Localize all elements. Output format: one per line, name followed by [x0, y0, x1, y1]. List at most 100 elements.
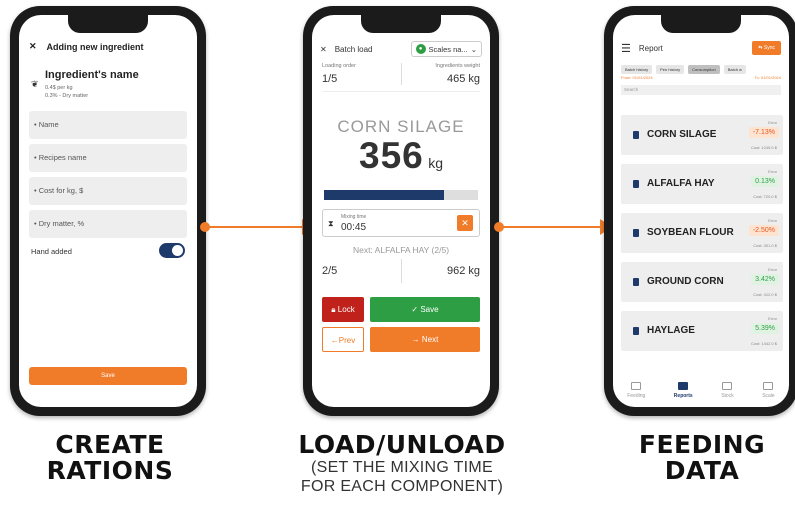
error-percent: 3.42%: [751, 274, 779, 285]
next-info: 2/5 962 kg: [322, 259, 480, 283]
mixing-time-label: Mixing time: [341, 214, 367, 220]
loading-order-value: 1/5: [322, 73, 338, 85]
ingredients-weight-value: 465 kg: [446, 73, 480, 85]
screen: ☰ Report ⇆ Sync Batch history Pen histor…: [613, 15, 789, 407]
tab-batch-w[interactable]: Batch w: [723, 65, 746, 74]
hand-added-toggle[interactable]: [159, 243, 185, 258]
nav-scale[interactable]: Scale: [762, 382, 775, 399]
chart-icon: [678, 382, 689, 390]
current-ingredient: CORN SILAGE: [337, 117, 465, 136]
ingredient-icon: [633, 278, 639, 286]
scale-status-icon: ●: [415, 44, 426, 54]
caption-line: LOAD/UNLOAD: [298, 430, 506, 459]
cost-label: Cost: 1442.0 $: [750, 341, 777, 346]
nav-reports[interactable]: Reports: [674, 382, 693, 399]
phone-create-rations: ✕ Adding new ingredient ❦ Ingredient's n…: [10, 6, 206, 416]
header-title: Adding new ingredient: [46, 41, 144, 52]
nav-feeding[interactable]: Feeding: [627, 382, 645, 399]
weight-value: 356: [359, 135, 424, 176]
scale-icon: [763, 382, 774, 390]
sync-button[interactable]: ⇆ Sync: [752, 41, 781, 55]
loading-info: Loading order 1/5 Ingredients weight 465…: [322, 63, 480, 92]
lock-label: Lock: [337, 305, 355, 314]
mixing-time-field[interactable]: ⧗ Mixing time 00:45 ✕: [322, 209, 480, 237]
ingredient-name: CORN SILAGE: [647, 129, 717, 140]
error-label: Error: [768, 267, 777, 272]
from-date[interactable]: From: 01/01/2024: [621, 75, 653, 80]
ingredient-card[interactable]: CORN SILAGE Error -7.13% Cost: 1245.0 $: [621, 115, 783, 155]
leaf-icon: ❦: [31, 79, 39, 89]
name-field[interactable]: • Name: [29, 111, 187, 139]
save-label: Save: [420, 305, 439, 314]
arrow-1: [200, 219, 314, 235]
dry-matter-line: 0.3% - Dry matter: [45, 93, 89, 99]
to-date[interactable]: To: 01/01/2024: [755, 75, 781, 80]
check-circle-icon: ✓: [411, 305, 419, 314]
ingredient-card[interactable]: GROUND CORN Error 3.42% Cost: 412.0 $: [621, 262, 783, 302]
error-label: Error: [768, 120, 777, 125]
ingredient-name: HAYLAGE: [647, 325, 695, 336]
arrow-left-icon: ←: [330, 336, 339, 345]
load-progress-bar: [324, 190, 478, 200]
error-percent: -2.50%: [748, 225, 779, 236]
ingredient-name: GROUND CORN: [647, 276, 724, 287]
weight-unit: kg: [428, 155, 443, 171]
caption-line: RATIONS: [46, 456, 174, 485]
lock-icon: 🔒︎: [331, 305, 336, 314]
lock-button[interactable]: 🔒︎ Lock: [322, 297, 364, 322]
clear-mixing-time-button[interactable]: ✕: [457, 215, 473, 231]
search-input[interactable]: Search: [621, 85, 781, 95]
ingredient-icon: [633, 180, 639, 188]
stock-icon: [722, 382, 733, 390]
cost-label: Cost: 412.0 $: [753, 292, 777, 297]
caption-line: FEEDING: [638, 430, 766, 459]
error-label: Error: [768, 169, 777, 174]
tab-consumption[interactable]: Consumption: [688, 65, 720, 74]
cost-field[interactable]: • Cost for kg, $: [29, 177, 187, 205]
caption-sub: (SET THE MIXING TIME: [310, 459, 494, 476]
scales-label: Scales na...: [428, 44, 468, 54]
next-weight: 962 kg: [400, 259, 480, 283]
ingredient-card[interactable]: SOYBEAN FLOUR Error -2.50% Cost: 301.0 $: [621, 213, 783, 253]
cost-label: Cost: 720.0 $: [753, 194, 777, 199]
error-percent: -7.13%: [748, 127, 779, 138]
close-icon[interactable]: ✕: [29, 41, 37, 52]
sync-icon: ⇆: [758, 45, 763, 51]
screen: ✕ Batch load ● Scales na... ⌄ Loading or…: [312, 15, 490, 407]
nav-label: Reports: [673, 393, 693, 399]
prev-button[interactable]: ←Prev: [322, 327, 364, 352]
scales-select[interactable]: ● Scales na... ⌄: [410, 41, 482, 57]
progress-fill: [324, 190, 445, 200]
notch: [661, 15, 741, 33]
menu-icon[interactable]: ☰: [621, 42, 631, 55]
notch: [361, 15, 441, 33]
ingredient-card[interactable]: ALFALFA HAY Error 0.13% Cost: 720.0 $: [621, 164, 783, 204]
header: ☰ Report ⇆ Sync: [621, 41, 781, 55]
bottom-nav: Feeding Reports Stock Scale: [613, 382, 789, 399]
tab-pen-history[interactable]: Pen history: [656, 65, 685, 74]
ingredients-weight-label: Ingredients weight: [435, 63, 480, 69]
error-percent: 5.39%: [751, 323, 779, 334]
error-label: Error: [768, 218, 777, 223]
next-button[interactable]: → Next: [370, 327, 480, 352]
ingredient-icon: [633, 131, 639, 139]
next-order: 2/5: [322, 265, 338, 277]
tab-batch-history[interactable]: Batch history: [621, 65, 653, 74]
close-icon[interactable]: ✕: [320, 45, 327, 54]
mixing-time-value: 00:45: [341, 222, 367, 233]
header: ✕ Batch load ● Scales na... ⌄: [320, 41, 482, 57]
save-button[interactable]: ✓ Save: [370, 297, 480, 322]
current-weight: 356 kg: [312, 135, 490, 177]
nav-stock[interactable]: Stock: [721, 382, 734, 399]
arrow-right-icon: →: [411, 335, 420, 344]
cost-label: Cost: 1245.0 $: [750, 145, 777, 150]
caption-feeding-data: FEEDING DATA: [592, 432, 795, 484]
dry-matter-field[interactable]: • Dry matter, %: [29, 210, 187, 238]
header: ✕ Adding new ingredient: [29, 41, 187, 52]
recipes-name-field[interactable]: • Recipes name: [29, 144, 187, 172]
notch: [68, 15, 148, 33]
error-label: Error: [768, 316, 777, 321]
save-button[interactable]: Save: [29, 367, 187, 385]
error-percent: 0.13%: [751, 176, 779, 187]
ingredient-card[interactable]: HAYLAGE Error 5.39% Cost: 1442.0 $: [621, 311, 783, 351]
